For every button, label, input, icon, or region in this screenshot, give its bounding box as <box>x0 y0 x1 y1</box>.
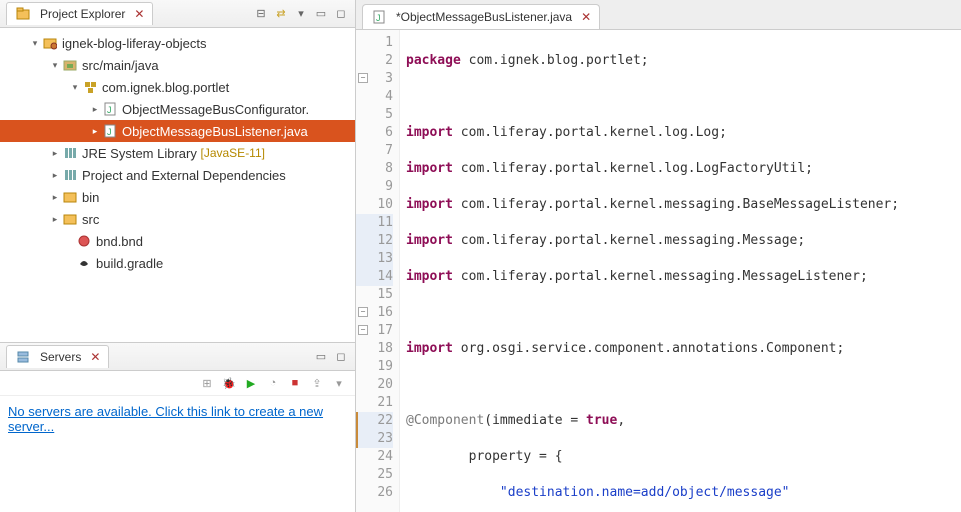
fold-icon[interactable]: − <box>358 325 368 335</box>
tree-file-listener[interactable]: ▸ J ObjectMessageBusListener.java <box>0 120 355 142</box>
tree-project[interactable]: ▾ ignek-blog-liferay-objects <box>0 32 355 54</box>
tree-bnd[interactable]: bnd.bnd <box>0 230 355 252</box>
close-icon[interactable]: ✕ <box>581 10 591 24</box>
gradle-file-icon <box>76 255 92 271</box>
tree-jre[interactable]: ▸ JRE System Library [JavaSE-11] <box>0 142 355 164</box>
line-gutter: 1 2 −3 4 5 6 7 8 9 10 11 12 13 14 15 −16… <box>356 30 400 512</box>
fold-icon[interactable]: − <box>358 307 368 317</box>
bnd-file-icon <box>76 233 92 249</box>
chevron-down-icon[interactable]: ▾ <box>68 82 82 93</box>
tree-label: src/main/java <box>82 58 159 73</box>
profile-icon[interactable]: ◔ <box>265 375 281 391</box>
close-icon[interactable]: ✕ <box>90 350 100 364</box>
svg-text:J: J <box>376 13 381 23</box>
java-file-icon: J <box>102 101 118 117</box>
tree-label: Project and External Dependencies <box>82 168 286 183</box>
servers-icon <box>15 349 31 365</box>
editor-tab-listener[interactable]: J *ObjectMessageBusListener.java ✕ <box>362 4 600 29</box>
tree-gradle[interactable]: build.gradle <box>0 252 355 274</box>
tree-src-folder[interactable]: ▾ src/main/java <box>0 54 355 76</box>
code-editor[interactable]: 1 2 −3 4 5 6 7 8 9 10 11 12 13 14 15 −16… <box>356 30 961 512</box>
code-area[interactable]: package com.ignek.blog.portlet; import c… <box>400 30 961 512</box>
fold-icon[interactable]: − <box>358 73 368 83</box>
tree-package[interactable]: ▾ com.ignek.blog.portlet <box>0 76 355 98</box>
chevron-right-icon[interactable]: ▸ <box>48 214 62 225</box>
project-explorer-title: Project Explorer <box>40 7 125 21</box>
publish-icon[interactable]: ⇪ <box>309 375 325 391</box>
create-server-link[interactable]: No servers are available. Click this lin… <box>8 404 323 434</box>
editor-tab-title: *ObjectMessageBusListener.java <box>396 10 572 24</box>
debug-icon[interactable]: 🐞 <box>221 375 237 391</box>
project-tree[interactable]: ▾ ignek-blog-liferay-objects ▾ src/main/… <box>0 28 355 342</box>
svg-text:J: J <box>107 127 112 137</box>
servers-title: Servers <box>40 350 81 364</box>
explorer-icon <box>15 6 31 22</box>
tree-label: ObjectMessageBusListener.java <box>122 124 308 139</box>
servers-toolbar: ⊞ 🐞 ▶ ◔ ■ ⇪ ▾ <box>0 371 355 396</box>
chevron-down-icon[interactable]: ▾ <box>28 38 42 49</box>
minimize-icon[interactable]: ▭ <box>313 349 329 365</box>
tree-src[interactable]: ▸ src <box>0 208 355 230</box>
tree-label: src <box>82 212 99 227</box>
maximize-icon[interactable]: ◻ <box>333 349 349 365</box>
tree-decor: [JavaSE-11] <box>201 146 265 160</box>
chevron-down-icon[interactable]: ▾ <box>48 60 62 71</box>
new-server-icon[interactable]: ⊞ <box>199 375 215 391</box>
tree-label: build.gradle <box>96 256 163 271</box>
folder-icon <box>62 189 78 205</box>
library-icon <box>62 167 78 183</box>
minimize-icon[interactable]: ▭ <box>313 6 329 22</box>
tree-label: ObjectMessageBusConfigurator. <box>122 102 309 117</box>
stop-icon[interactable]: ■ <box>287 375 303 391</box>
close-icon[interactable]: ✕ <box>134 7 144 21</box>
editor-tabs: J *ObjectMessageBusListener.java ✕ <box>356 0 961 30</box>
java-file-icon: J <box>102 123 118 139</box>
source-folder-icon <box>62 57 78 73</box>
chevron-right-icon[interactable]: ▸ <box>48 192 62 203</box>
link-editor-icon[interactable]: ⇄ <box>273 6 289 22</box>
servers-tab[interactable]: Servers ✕ <box>6 345 109 368</box>
library-icon <box>62 145 78 161</box>
project-explorer-tab[interactable]: Project Explorer ✕ <box>6 2 153 25</box>
tree-label: bnd.bnd <box>96 234 143 249</box>
tree-label: bin <box>82 190 99 205</box>
tree-file-configurator[interactable]: ▸ J ObjectMessageBusConfigurator. <box>0 98 355 120</box>
servers-header: Servers ✕ ▭ ◻ <box>0 343 355 371</box>
project-explorer-header: Project Explorer ✕ ⊟ ⇄ ▾ ▭ ◻ <box>0 0 355 28</box>
tree-label: com.ignek.blog.portlet <box>102 80 229 95</box>
package-icon <box>82 79 98 95</box>
tree-bin[interactable]: ▸ bin <box>0 186 355 208</box>
view-menu-icon[interactable]: ▾ <box>293 6 309 22</box>
view-menu-icon[interactable]: ▾ <box>331 375 347 391</box>
chevron-right-icon[interactable]: ▸ <box>48 148 62 159</box>
java-file-icon: J <box>371 9 387 25</box>
tree-label: JRE System Library <box>82 146 197 161</box>
collapse-all-icon[interactable]: ⊟ <box>253 6 269 22</box>
chevron-right-icon[interactable]: ▸ <box>88 104 102 115</box>
maximize-icon[interactable]: ◻ <box>333 6 349 22</box>
run-icon[interactable]: ▶ <box>243 375 259 391</box>
svg-text:J: J <box>107 105 112 115</box>
chevron-right-icon[interactable]: ▸ <box>48 170 62 181</box>
folder-icon <box>62 211 78 227</box>
project-icon <box>42 35 58 51</box>
chevron-right-icon[interactable]: ▸ <box>88 126 102 137</box>
tree-deps[interactable]: ▸ Project and External Dependencies <box>0 164 355 186</box>
tree-label: ignek-blog-liferay-objects <box>62 36 207 51</box>
